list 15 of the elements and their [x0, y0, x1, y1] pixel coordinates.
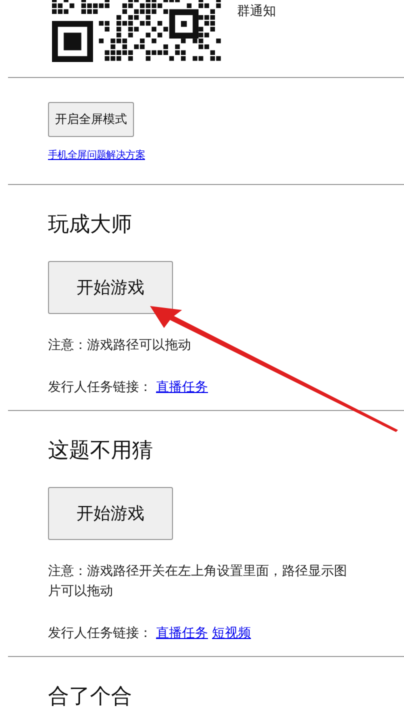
fullscreen-help-link[interactable]: 手机全屏问题解决方案 [48, 148, 146, 162]
game-title: 合了个合 [48, 683, 133, 710]
qr-caption: 群通知 [237, 3, 276, 20]
fullscreen-button[interactable]: 开启全屏模式 [48, 102, 134, 137]
task-link[interactable]: 直播任务 [156, 378, 208, 396]
publisher-label: 发行人任务链接： [48, 625, 152, 642]
game-note: 注意：游戏路径可以拖动 [48, 337, 192, 355]
game-title: 这题不用猜 [48, 437, 154, 464]
game-note: 注意：游戏路径开关在左上角设置里面，路径显示图片可以拖动 [48, 563, 348, 601]
task-link[interactable]: 直播任务 [156, 624, 208, 642]
start-game-button[interactable]: 开始游戏 [48, 261, 173, 314]
publisher-label: 发行人任务链接： [48, 379, 152, 396]
game-title: 玩成大师 [48, 211, 133, 238]
start-game-button[interactable]: 开始游戏 [48, 487, 173, 540]
task-link[interactable]: 短视频 [212, 624, 251, 642]
